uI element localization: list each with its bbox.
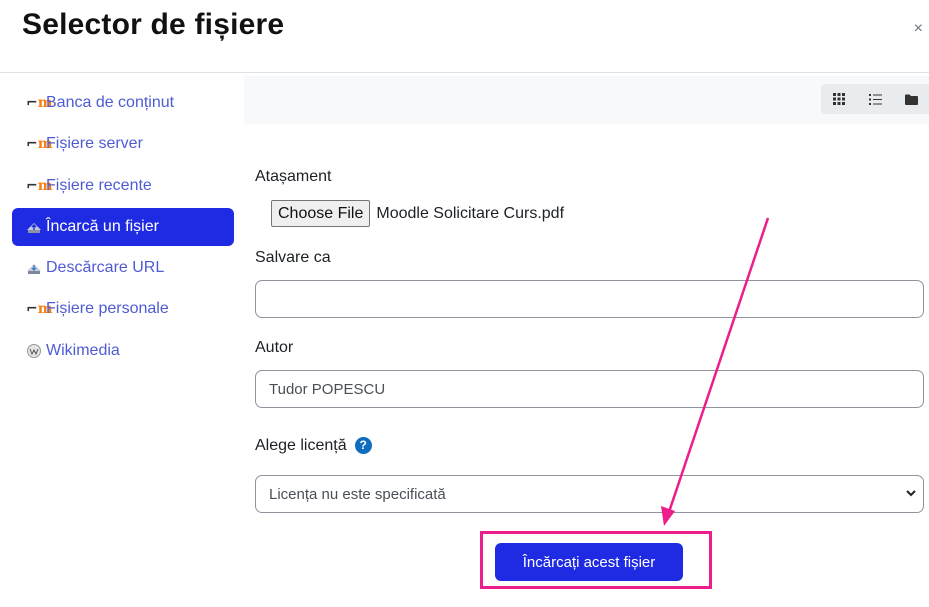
grid-view-icon[interactable]: [821, 84, 857, 114]
author-label: Autor: [255, 339, 294, 356]
help-icon[interactable]: ?: [354, 437, 372, 454]
chevron-down-icon: [906, 490, 916, 497]
file-toolbar: [244, 76, 929, 124]
wikimedia-icon: [26, 343, 42, 359]
license-label: Alege licență: [255, 437, 347, 454]
sidebar-item-label: Banca de conținut: [46, 94, 175, 111]
moodle-icon: ⌐m: [26, 177, 53, 194]
license-selected-value: Licența nu este specificată: [269, 485, 446, 503]
sidebar-item-private-files[interactable]: ⌐m Fișiere personale: [12, 290, 234, 328]
sidebar-item-server-files[interactable]: ⌐m Fișiere server: [12, 125, 234, 163]
sidebar-item-wikimedia[interactable]: Wikimedia: [12, 332, 234, 370]
choose-file-button[interactable]: Choose File: [271, 200, 371, 227]
dialog-title: Selector de fișiere: [22, 8, 285, 41]
license-label-row: Alege licență?: [255, 437, 372, 455]
license-select[interactable]: Licența nu este specificată: [255, 475, 924, 513]
close-icon[interactable]: ×: [914, 20, 923, 38]
list-view-icon[interactable]: [857, 84, 893, 114]
upload-icon: [26, 219, 42, 235]
folder-view-icon[interactable]: [893, 84, 929, 114]
view-mode-group: [821, 84, 929, 114]
selected-file-name: Moodle Solicitare Curs.pdf: [376, 204, 565, 222]
file-picker: Choose File Moodle Solicitare Curs.pdf: [271, 200, 564, 227]
save-as-label: Salvare ca: [255, 249, 331, 266]
download-url-icon: [26, 260, 42, 276]
sidebar-item-recent-files[interactable]: ⌐m Fișiere recente: [12, 167, 234, 205]
moodle-icon: ⌐m: [26, 95, 53, 111]
sidebar-item-download-url[interactable]: Descărcare URL: [12, 249, 234, 287]
annotation-highlight-box: [480, 531, 712, 589]
sidebar-item-label: Fișiere server: [46, 135, 143, 153]
upload-panel: Atașament Choose File Moodle Solicitare …: [244, 76, 929, 607]
sidebar-item-content-bank[interactable]: ⌐m Banca de conținut: [12, 84, 234, 122]
attachment-label: Atașament: [255, 168, 332, 185]
save-as-input[interactable]: [255, 280, 924, 318]
sidebar-item-label: Fișiere recente: [46, 176, 152, 194]
moodle-icon: ⌐m: [26, 136, 53, 153]
sidebar-item-label: Wikimedia: [46, 341, 120, 359]
sidebar-item-upload-file[interactable]: Încarcă un fișier: [12, 207, 234, 246]
sidebar-item-label: Descărcare URL: [46, 259, 165, 277]
dialog-header: Selector de fișiere ×: [0, 0, 929, 73]
repository-sidebar: ⌐m Banca de conținut ⌐m Fișiere server ⌐…: [12, 84, 234, 373]
moodle-icon: ⌐m: [26, 301, 53, 318]
sidebar-item-label: Încarcă un fișier: [46, 217, 159, 235]
sidebar-item-label: Fișiere personale: [46, 300, 169, 318]
author-input[interactable]: Tudor POPESCU: [255, 370, 924, 408]
